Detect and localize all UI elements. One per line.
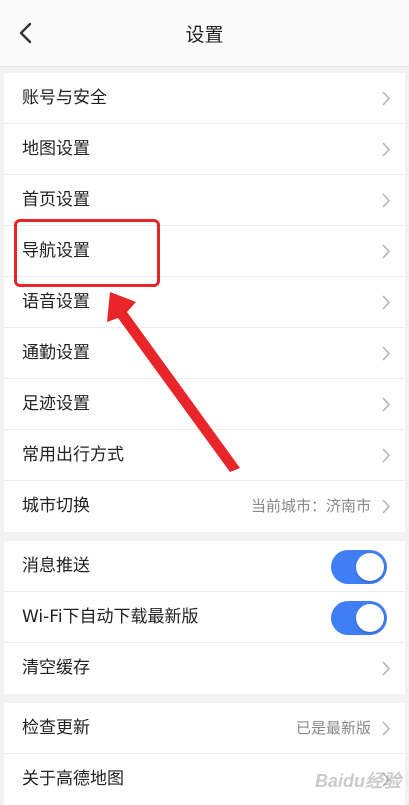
annotation-arrow [107,292,240,472]
watermark: Baidu经验 [314,771,401,791]
